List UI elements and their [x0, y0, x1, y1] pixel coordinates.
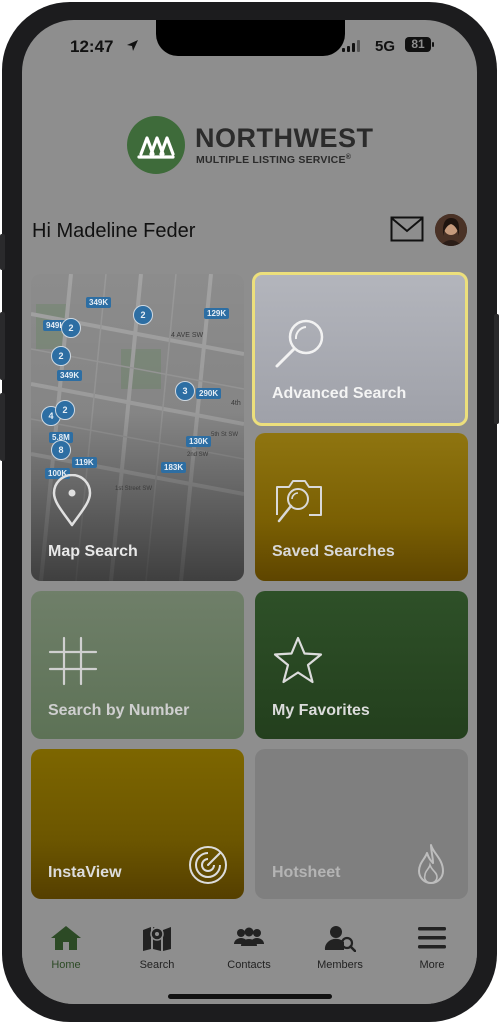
mute-switch — [0, 234, 5, 270]
logo-title: NORTHWEST — [195, 123, 374, 153]
tab-search-label: Search — [139, 959, 175, 971]
members-icon — [324, 926, 357, 953]
tab-bar: Home Search Contacts Members More — [22, 918, 477, 1004]
mail-icon[interactable] — [390, 216, 424, 242]
search-by-number-label: Search by Number — [48, 702, 190, 719]
hash-icon — [48, 636, 98, 686]
map-search-tile[interactable]: 4 AVE SW 4th 5th St SW 2nd SW 1st Street… — [31, 274, 244, 581]
radar-icon — [189, 846, 227, 884]
magnifier-icon — [275, 319, 324, 368]
menu-icon — [418, 927, 446, 949]
battery-level: 81 — [411, 37, 425, 51]
battery-icon: 81 — [405, 37, 431, 52]
advanced-search-tile[interactable]: Advanced Search — [252, 272, 468, 426]
map-price-pin[interactable]: 290K — [196, 388, 222, 399]
notch — [156, 20, 345, 56]
logo-subtitle: MULTIPLE LISTING SERVICE® — [196, 154, 351, 166]
map-icon — [143, 927, 171, 951]
my-favorites-label: My Favorites — [272, 702, 370, 719]
contacts-icon — [234, 927, 264, 946]
power-button — [494, 314, 499, 424]
star-icon — [273, 636, 323, 684]
street-label: 5th St SW — [211, 432, 239, 438]
advanced-search-label: Advanced Search — [272, 385, 407, 402]
status-time: 12:47 — [70, 37, 114, 56]
street-label: 2nd SW — [187, 452, 209, 458]
map-price-pin[interactable]: 349K — [57, 370, 83, 381]
flame-icon — [418, 844, 444, 884]
instaview-label: InstaView — [48, 864, 122, 881]
tab-search[interactable]: Search — [122, 924, 192, 971]
search-by-number-tile[interactable]: Search by Number — [31, 591, 244, 739]
map-price-pin[interactable]: 129K — [204, 308, 230, 319]
tab-members-label: Members — [317, 959, 363, 971]
tab-home[interactable]: Home — [31, 924, 101, 971]
hotsheet-tile[interactable]: Hotsheet — [255, 749, 468, 899]
volume-down-button — [0, 393, 5, 461]
tab-more-label: More — [419, 959, 445, 971]
map-cluster[interactable]: 2 — [61, 318, 81, 338]
map-pin-icon — [52, 474, 92, 527]
network-type: 5G — [375, 38, 396, 55]
screen: 12:47 5G 81 NORTHWEST MULTIPLE LISTING S… — [22, 20, 477, 1004]
battery-tip — [432, 42, 434, 47]
tab-contacts-label: Contacts — [227, 959, 271, 971]
my-favorites-tile[interactable]: My Favorites — [255, 591, 468, 739]
tab-contacts[interactable]: Contacts — [214, 924, 284, 971]
street-label: 4th — [231, 400, 241, 407]
map-cluster[interactable]: 2 — [51, 346, 71, 366]
location-arrow-icon — [127, 40, 138, 51]
saved-searches-label: Saved Searches — [272, 543, 395, 560]
street-label: 1st Street SW — [115, 486, 153, 492]
street-label: 4 AVE SW — [171, 332, 204, 339]
map-cluster[interactable]: 3 — [175, 381, 195, 401]
map-cluster[interactable]: 2 — [133, 305, 153, 325]
avatar[interactable] — [435, 214, 467, 246]
tab-members[interactable]: Members — [305, 924, 375, 971]
map-price-pin[interactable]: 130K — [186, 436, 212, 447]
nwmls-logo-icon — [127, 116, 185, 174]
logo-subtitle-text: MULTIPLE LISTING SERVICE — [196, 154, 346, 166]
volume-up-button — [0, 312, 5, 380]
hotsheet-label: Hotsheet — [272, 864, 341, 881]
map-cluster[interactable]: 2 — [55, 400, 75, 420]
instaview-tile[interactable]: InstaView — [31, 749, 244, 899]
home-indicator — [168, 994, 332, 999]
tab-more[interactable]: More — [397, 924, 467, 971]
map-search-label: Map Search — [48, 543, 138, 560]
map-price-pin[interactable]: 183K — [161, 462, 187, 473]
tab-home-label: Home — [51, 959, 81, 971]
cellular-signal-icon — [342, 40, 360, 52]
greeting-text: Hi Madeline Feder — [32, 220, 196, 242]
map-price-pin[interactable]: 349K — [86, 297, 112, 308]
map-price-pin[interactable]: 119K — [72, 457, 97, 468]
logo-trademark: ® — [345, 154, 352, 161]
saved-searches-tile[interactable]: Saved Searches — [255, 433, 468, 581]
saved-search-icon — [276, 480, 322, 523]
home-icon — [51, 926, 81, 950]
map-cluster[interactable]: 8 — [51, 440, 71, 460]
